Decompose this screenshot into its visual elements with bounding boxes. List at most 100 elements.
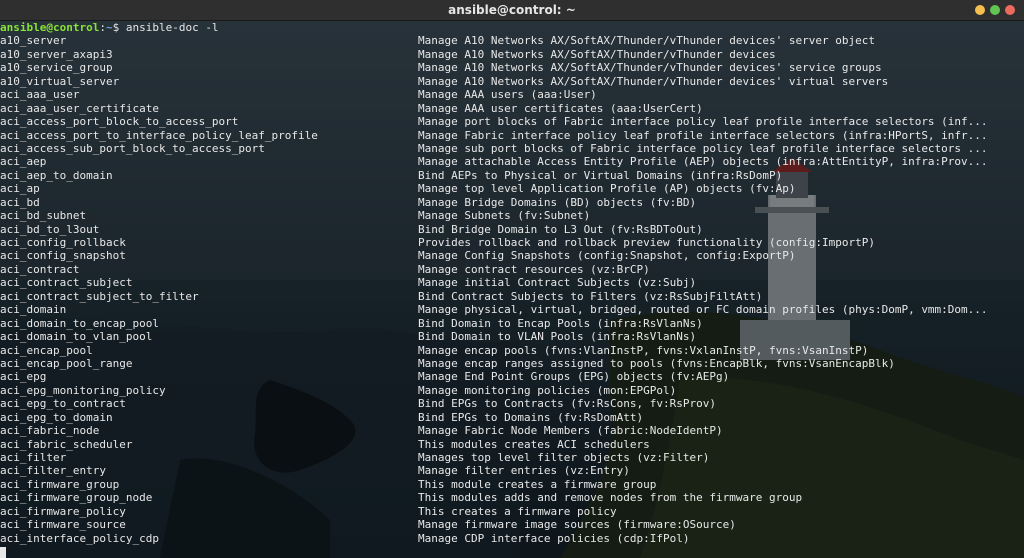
prompt-separator: : [99,21,106,34]
module-description: Manage filter entries (vz:Entry) [418,464,630,478]
module-name: aci_aaa_user [0,88,80,102]
module-description: Manage A10 Networks AX/SoftAX/Thunder/vT… [418,74,889,88]
module-row: a10_server Manage A10 Networks AX/SoftAX/… [0,34,1024,47]
module-description: Bind Domain to VLAN Pools (infra:RsVlanN… [418,330,697,344]
module-row: aci_domain_to_vlan_pool Bind Domain to VL… [0,330,1024,343]
module-row: aci_config_snapshot Manage Config Snapsho… [0,249,1024,262]
module-name: aci_access_sub_port_block_to_access_port [0,141,265,155]
module-name: aci_aep_to_domain [0,168,113,182]
module-row: aci_contract_subject_to_filter Bind Contr… [0,290,1024,303]
module-name: a10_server [0,34,67,48]
module-row: aci_aaa_user_certificate Manage AAA user … [0,102,1024,115]
module-row: aci_epg Manage End Point Groups (EPG) obj… [0,370,1024,383]
module-description: Manages top level filter objects (vz:Fil… [418,451,710,464]
module-row: aci_interface_policy_cdp Manage CDP inter… [0,532,1024,545]
module-row: aci_domain Manage physical, virtual, brid… [0,303,1024,316]
module-name: aci_epg_monitoring_policy [0,383,166,397]
module-list: a10_server Manage A10 Networks AX/SoftAX/… [0,34,1024,545]
module-description: Manage physical, virtual, bridged, route… [418,303,988,317]
module-name: aci_config_rollback [0,236,126,249]
module-description: Manage firmware image sources (firmware:… [418,518,736,532]
module-row: aci_firmware_policy This creates a firmwa… [0,505,1024,518]
prompt-path: ~ [105,21,113,34]
module-description: Manage monitoring policies (mon:EPGPol) [418,383,677,397]
module-row: aci_firmware_group_node This modules adds… [0,491,1024,504]
module-name: aci_interface_policy_cdp [0,531,159,545]
module-row: aci_epg_monitoring_policy Manage monitori… [0,384,1024,397]
terminal-output[interactable]: ansible@control:~$ ansible-doc -l a10_se… [0,20,1024,558]
module-name: aci_bd_to_l3out [0,222,100,236]
module-row: aci_access_sub_port_block_to_access_port… [0,142,1024,155]
module-row: aci_aep_to_domain Bind AEPs to Physical o… [0,169,1024,182]
module-row: aci_filter Manages top level filter objec… [0,451,1024,464]
module-name: aci_encap_pool [0,343,93,357]
module-description: Manage encap pools (fvns:VlanInstP, fvns… [418,343,869,357]
prompt-line: ansible@control:~$ ansible-doc -l [0,21,1024,34]
module-row: aci_bd_to_l3out Bind Bridge Domain to L3 … [0,223,1024,236]
maximize-button[interactable] [990,5,1000,15]
module-description: Manage End Point Groups (EPG) objects (f… [418,370,730,384]
module-name: aci_aaa_user_certificate [0,101,159,115]
module-name: aci_filter [0,451,67,464]
module-name: aci_firmware_policy [0,504,126,518]
module-row: aci_bd Manage Bridge Domains (BD) objects… [0,196,1024,209]
module-description: Provides rollback and rollback preview f… [418,236,875,249]
module-name: aci_epg [0,370,47,384]
module-description: Manage AAA user certificates (aaa:UserCe… [418,101,703,115]
module-name: aci_firmware_group [0,477,120,491]
module-row: aci_aaa_user Manage AAA users (aaa:User) [0,88,1024,101]
module-name: aci_contract_subject [0,276,133,290]
module-description: Bind Contract Subjects to Filters (vz:Rs… [418,289,763,303]
module-name: aci_contract_subject_to_filter [0,289,199,303]
cursor-line [0,545,1024,558]
module-row: aci_firmware_group This module creates a … [0,478,1024,491]
module-row: aci_ap Manage top level Application Profi… [0,182,1024,195]
module-row: aci_epg_to_contract Bind EPGs to Contract… [0,397,1024,410]
module-name: aci_contract [0,262,80,276]
module-description: Manage AAA users (aaa:User) [418,88,597,102]
window-titlebar[interactable]: ansible@control: ~ [0,0,1024,21]
module-row: aci_encap_pool_range Manage encap ranges … [0,357,1024,370]
module-row: aci_config_rollback Provides rollback and… [0,236,1024,249]
module-row: a10_server_axapi3 Manage A10 Networks AX/… [0,48,1024,61]
module-name: aci_bd_subnet [0,209,87,223]
module-description: Manage contract resources (vz:BrCP) [418,262,650,276]
module-name: aci_firmware_group_node [0,491,153,505]
module-name: aci_epg_to_contract [0,397,126,411]
module-description: Bind Bridge Domain to L3 Out (fv:RsBDToO… [418,222,703,236]
module-name: aci_domain [0,303,67,317]
module-name: aci_domain_to_vlan_pool [0,330,153,344]
close-button[interactable] [1005,5,1015,15]
module-name: aci_config_snapshot [0,249,126,263]
module-row: aci_aep Manage attachable Access Entity P… [0,155,1024,168]
module-description: Bind EPGs to Contracts (fv:RsCons, fv:Rs… [418,397,717,411]
module-description: Manage Bridge Domains (BD) objects (fv:B… [418,195,697,209]
module-description: Manage attachable Access Entity Profile … [418,155,988,169]
module-description: Manage top level Application Profile (AP… [418,182,796,196]
module-name: aci_bd [0,195,40,209]
module-name: aci_access_port_to_interface_policy_leaf… [0,128,318,142]
module-name: aci_access_port_block_to_access_port [0,115,239,129]
module-description: This module creates a firmware group [418,477,657,491]
module-row: aci_contract_subject Manage initial Contr… [0,276,1024,289]
module-description: Bind Domain to Encap Pools (infra:RsVlan… [418,316,703,330]
module-description: Manage Subnets (fv:Subnet) [418,209,591,223]
module-name: aci_filter_entry [0,464,106,478]
module-name: aci_ap [0,182,40,196]
module-row: aci_bd_subnet Manage Subnets (fv:Subnet) [0,209,1024,222]
module-description: Manage A10 Networks AX/SoftAX/Thunder/vT… [418,61,882,75]
module-name: aci_fabric_scheduler [0,437,133,451]
prompt-user: ansible@control [0,21,100,34]
command-text: ansible-doc -l [125,21,219,34]
module-description: Manage A10 Networks AX/SoftAX/Thunder/vT… [418,47,776,61]
terminal-window: ansible@control: ~ ansible@control:~$ an… [0,0,1024,558]
minimize-button[interactable] [975,5,985,15]
module-description: Manage initial Contract Subjects (vz:Sub… [418,276,697,290]
module-description: Manage Config Snapshots (config:Snapshot… [418,249,796,263]
module-description: This creates a firmware policy [418,504,617,518]
module-description: Bind AEPs to Physical or Virtual Domains… [418,168,783,182]
module-name: aci_firmware_source [0,518,126,532]
module-row: aci_epg_to_domain Bind EPGs to Domains (f… [0,411,1024,424]
module-row: a10_service_group Manage A10 Networks AX/… [0,61,1024,74]
module-description: Bind EPGs to Domains (fv:RsDomAtt) [418,410,644,424]
